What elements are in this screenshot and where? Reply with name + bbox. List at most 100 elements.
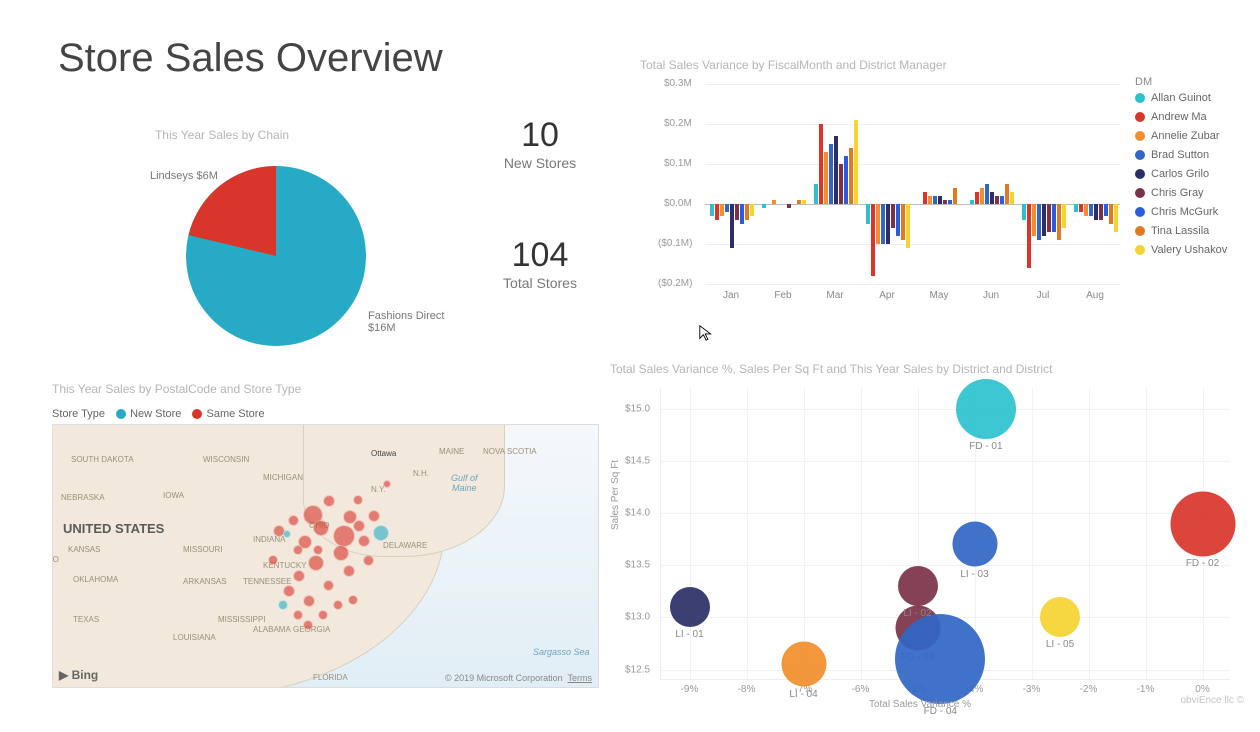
bar[interactable] [985,184,989,204]
bar[interactable] [975,192,979,204]
map-bubble[interactable] [278,600,288,610]
bar[interactable] [938,196,942,204]
bar[interactable] [1057,204,1061,240]
map-bubble[interactable] [308,555,324,571]
map-bubble[interactable] [283,530,291,538]
bar[interactable] [1010,192,1014,204]
map-bubble[interactable] [293,570,305,582]
terms-link[interactable]: Terms [568,673,593,683]
bar[interactable] [720,204,724,216]
bar[interactable] [715,204,719,220]
bubble-point[interactable] [670,587,710,627]
bar[interactable] [1042,204,1046,236]
legend-item[interactable]: Andrew Ma [1135,111,1227,123]
bar[interactable] [1052,204,1056,232]
bar[interactable] [906,204,910,248]
bar[interactable] [844,156,848,204]
bar[interactable] [787,204,791,208]
bar[interactable] [933,196,937,204]
bar[interactable] [1094,204,1098,220]
legend-item[interactable]: Brad Sutton [1135,149,1227,161]
bar[interactable] [730,204,734,248]
map-bubble[interactable] [313,520,329,536]
bubble-chart[interactable]: Sales Per Sq Ft -9%-8%-7%-6%-5%-4%-3%-2%… [610,380,1230,710]
map-chart[interactable]: UNITED STATES SOUTH DAKOTAWISCONSINMICHI… [52,424,599,688]
legend-item[interactable]: Allan Guinot [1135,92,1227,104]
bar[interactable] [824,152,828,204]
bar[interactable] [896,204,900,236]
bar[interactable] [797,200,801,204]
map-bubble[interactable] [333,545,349,561]
map-bubble[interactable] [363,555,374,566]
legend-item[interactable]: Chris Gray [1135,187,1227,199]
bar[interactable] [866,204,870,224]
bar[interactable] [1084,204,1088,216]
map-bubble[interactable] [303,620,313,630]
bar[interactable] [891,204,895,228]
bar[interactable] [829,144,833,204]
map-bubble[interactable] [283,585,295,597]
bubble-point[interactable] [1170,491,1235,556]
bar-chart[interactable]: $0.3M $0.2M $0.1M $0.0M ($0.1M) ($0.2M) … [640,74,1120,314]
bar[interactable] [943,200,947,204]
map-bubble[interactable] [323,495,335,507]
map-bubble[interactable] [333,600,343,610]
bar[interactable] [1114,204,1118,232]
pie-chart[interactable] [186,166,366,346]
bar[interactable] [948,200,952,204]
bar[interactable] [1062,204,1066,228]
map-bubble[interactable] [368,510,380,522]
bar[interactable] [1104,204,1108,216]
bubble-point[interactable] [956,379,1016,439]
legend-item[interactable]: Chris McGurk [1135,206,1227,218]
bar[interactable] [1037,204,1041,240]
bar[interactable] [849,148,853,204]
map-bubble[interactable] [313,545,323,555]
legend-item[interactable]: Annelie Zubar [1135,130,1227,142]
bubble-point[interactable] [895,614,985,704]
map-bubble[interactable] [353,520,365,532]
map-bubble[interactable] [383,480,391,488]
bar[interactable] [1074,204,1078,212]
bubble-point[interactable] [1040,597,1080,637]
legend-item[interactable]: Carlos Grilo [1135,168,1227,180]
bar[interactable] [1079,204,1083,212]
map-bubble[interactable] [333,525,355,547]
map-bubble[interactable] [303,595,315,607]
bar[interactable] [839,164,843,204]
bar[interactable] [1109,204,1113,224]
bar[interactable] [1089,204,1093,216]
map-bubble[interactable] [288,515,299,526]
bar[interactable] [814,184,818,204]
map-bubble[interactable] [293,610,303,620]
bar[interactable] [970,200,974,204]
bar[interactable] [1047,204,1051,232]
bar[interactable] [740,204,744,224]
bar[interactable] [953,188,957,204]
map-bubble[interactable] [293,545,303,555]
bubble-point[interactable] [898,566,938,606]
map-bubble[interactable] [358,535,370,547]
bar[interactable] [1005,184,1009,204]
bar[interactable] [819,124,823,204]
bar[interactable] [1000,196,1004,204]
bar[interactable] [876,204,880,244]
bar[interactable] [772,200,776,204]
bar[interactable] [1022,204,1026,220]
bar[interactable] [725,204,729,212]
bar[interactable] [710,204,714,216]
bar[interactable] [990,192,994,204]
map-bubble[interactable] [348,595,358,605]
bar[interactable] [995,196,999,204]
bar[interactable] [1027,204,1031,268]
map-bubble[interactable] [343,565,355,577]
map-bubble[interactable] [268,555,278,565]
bar[interactable] [923,192,927,204]
bar[interactable] [745,204,749,220]
bar[interactable] [881,204,885,244]
bar[interactable] [1099,204,1103,220]
bar[interactable] [980,188,984,204]
map-bubble[interactable] [323,580,334,591]
bar[interactable] [750,204,754,216]
bar[interactable] [834,136,838,204]
